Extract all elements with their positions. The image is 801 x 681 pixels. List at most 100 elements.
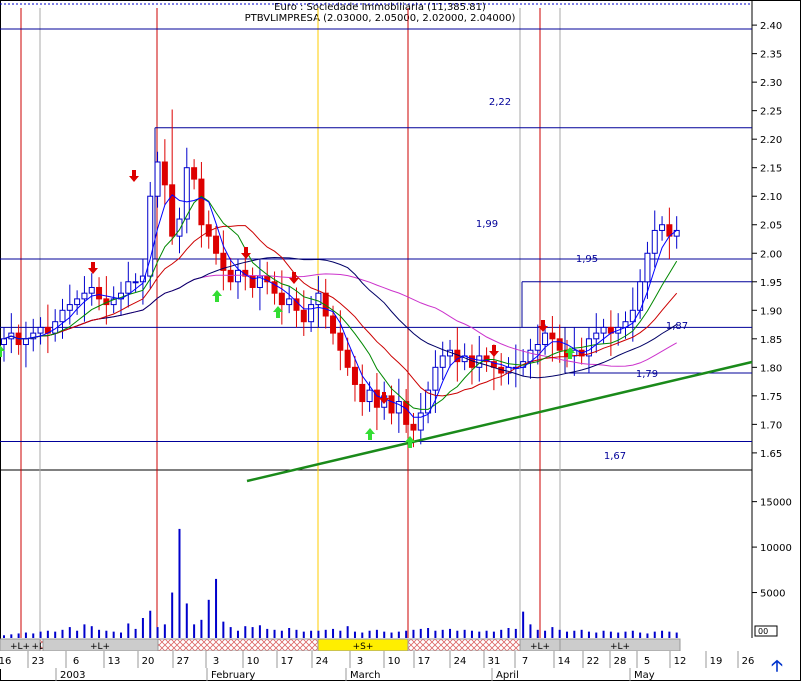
date-tick-label: 5 [644, 656, 650, 667]
volume-bar [485, 630, 488, 638]
volume-tick-label: 5000 [760, 589, 785, 600]
candle-body [169, 184, 176, 237]
period-band-label: +S+ [353, 642, 374, 652]
candle-body [308, 304, 315, 323]
volume-bar [492, 631, 495, 638]
date-tick-label: 17 [418, 656, 431, 667]
price-tick-label: 2.10 [760, 192, 782, 203]
period-band [407, 638, 521, 652]
candle-body [66, 304, 73, 311]
volume-bar [427, 628, 430, 638]
month-label: April [496, 670, 519, 681]
volume-bar [222, 621, 225, 638]
volume-bar [83, 624, 86, 638]
volume-bar [215, 578, 218, 638]
volume-bar [573, 630, 576, 638]
volume-axis: 5000 10000 15000 00 [752, 498, 792, 637]
level-label: 1,79 [636, 369, 658, 380]
period-band-label: +L+ [90, 642, 110, 652]
volume-bar [346, 626, 349, 638]
level-label: 1,95 [576, 254, 598, 265]
candle-body [417, 412, 424, 431]
volume-bar [236, 630, 239, 638]
date-tick-label: 14 [558, 656, 571, 667]
date-tick-label: 23 [32, 656, 45, 667]
candle-body [651, 229, 658, 254]
volume-bar [200, 619, 203, 638]
volume-unit-label: 00 [758, 627, 768, 636]
candle-body [176, 218, 183, 237]
date-tick-label: 19 [710, 656, 723, 667]
candle-body [191, 167, 198, 180]
volume-bar [580, 629, 583, 638]
volume-bar [602, 630, 605, 638]
month-label: 2003 [60, 670, 85, 681]
date-axis: 16 23 6 13 20 27 3 10 17 24 3 10 17 24 31 7 14 22 28 5 12 19 2… [0, 651, 754, 681]
volume-bar [24, 632, 27, 638]
candle-body [600, 326, 607, 334]
date-tick-label: 10 [247, 656, 260, 667]
volume-bar [478, 631, 481, 638]
candle-body [659, 224, 666, 231]
candle-body [96, 286, 103, 300]
level-label: 1,67 [604, 451, 626, 462]
volume-bar [456, 630, 459, 638]
month-label: February [211, 670, 255, 681]
volume-bar [675, 632, 678, 638]
candle-body [300, 309, 307, 323]
date-tick-label: 17 [281, 656, 294, 667]
sell-arrow-icon [88, 262, 98, 274]
volume-bar [434, 630, 437, 638]
volume-bar [390, 632, 393, 638]
candle-body [403, 401, 410, 425]
volume-bar [500, 629, 503, 638]
volume-bar [258, 625, 261, 638]
date-tick-label: 26 [742, 656, 755, 667]
volume-bar [609, 631, 612, 638]
volume-bar [419, 628, 422, 638]
candle-body [549, 332, 556, 340]
volume-bar [156, 627, 159, 638]
volume-bar [324, 629, 327, 638]
volume-bar [251, 627, 254, 638]
date-tick-label: 3 [213, 656, 219, 667]
date-tick-label: 6 [73, 656, 79, 667]
date-tick-label: 3 [357, 656, 363, 667]
date-tick-label: 24 [454, 656, 467, 667]
volume-bar [302, 631, 305, 638]
volume-tick-label: 10000 [760, 543, 792, 554]
date-tick-label: 7 [522, 656, 528, 667]
volume-bar [10, 634, 13, 638]
ma-fast-line [3, 195, 678, 410]
scroll-up-button[interactable]: 🡡 [768, 656, 786, 676]
sell-arrow-icon [129, 170, 139, 182]
volume-bar [405, 630, 408, 638]
candle-body [410, 423, 417, 431]
candle-body [278, 292, 285, 306]
candle-body [644, 252, 651, 283]
level-label: 2,22 [489, 97, 511, 108]
trend-line [246, 360, 753, 483]
price-tick-label: 2.35 [760, 50, 782, 61]
volume-bar [522, 611, 525, 638]
volume-bar [507, 628, 510, 638]
volume-bar [449, 628, 452, 638]
price-tick-label: 2.25 [760, 107, 782, 118]
candle-body [351, 366, 358, 385]
volume-bar [536, 629, 539, 638]
price-tick-label: 2.30 [760, 78, 782, 89]
volume-bar [185, 603, 188, 638]
candles [1, 109, 680, 448]
volume-bar [470, 630, 473, 638]
volume-bar [529, 624, 532, 638]
candle-body [476, 355, 483, 368]
volume-bar [317, 630, 320, 638]
volume-bar [624, 631, 627, 638]
volume-bar [361, 632, 364, 638]
price-tick-label: 1.85 [760, 335, 782, 346]
volume-bar [551, 627, 554, 638]
candle-body [1, 338, 7, 346]
candle-body [213, 235, 220, 254]
volume-bar [353, 631, 356, 638]
volume-bar [207, 599, 210, 638]
